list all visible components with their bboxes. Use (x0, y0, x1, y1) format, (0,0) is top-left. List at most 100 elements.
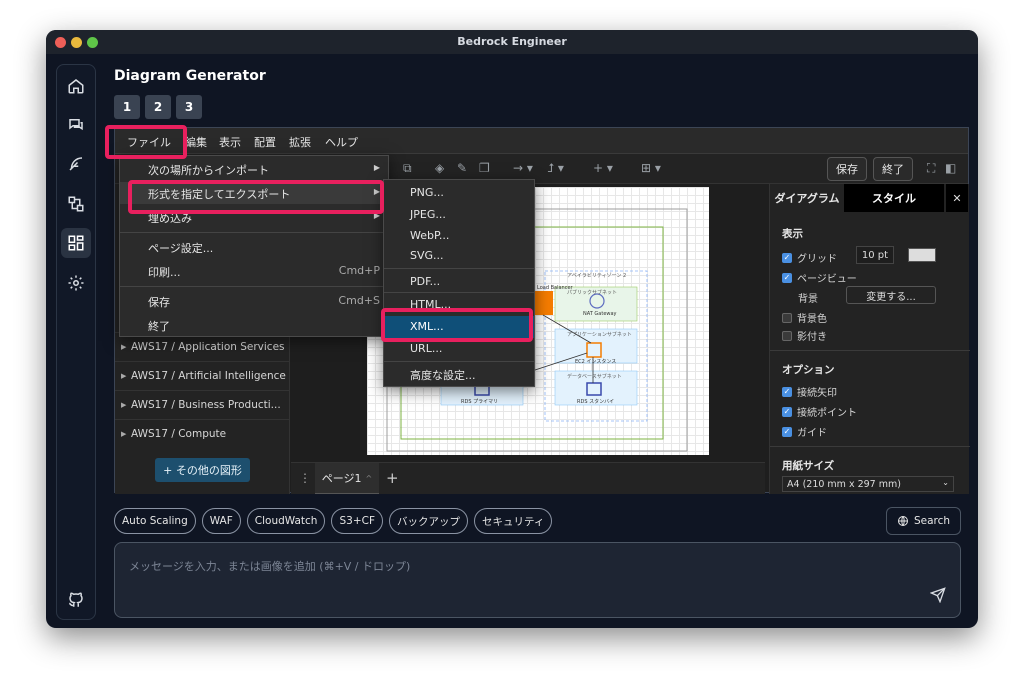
menu-item-exit[interactable]: 終了 (120, 314, 388, 336)
page-view-option[interactable]: ✓ ページビュー (782, 270, 857, 285)
export-submenu: PNG... JPEG... WebP... SVG... PDF... HTM… (383, 179, 535, 387)
shape-category[interactable]: ▶ AWS17 / Business Producti... (115, 390, 290, 419)
step-1-button[interactable]: 1 (114, 95, 140, 119)
fill-color-icon[interactable]: ◈ (435, 161, 444, 175)
shape-category[interactable]: ▶ AWS17 / Artificial Intelligence (115, 361, 290, 390)
export-pdf[interactable]: PDF... (384, 271, 534, 293)
format-panel: ダイアグラム スタイル ✕ 表示 ✓ グリッド 10 pt ✓ ページビュー 背景 … (769, 184, 970, 494)
export-jpeg[interactable]: JPEG... (384, 204, 534, 226)
sidebar-nav (56, 64, 96, 620)
menu-help[interactable]: ヘルプ (325, 134, 358, 150)
tab-diagram[interactable]: ダイアグラム (770, 184, 844, 212)
view-section-title: 表示 (782, 228, 803, 240)
chip-auto-scaling[interactable]: Auto Scaling (114, 508, 196, 534)
chip-waf[interactable]: WAF (201, 508, 241, 534)
connection-icon[interactable]: → ▾ (513, 161, 533, 175)
search-button[interactable]: Search (886, 507, 961, 535)
export-webp[interactable]: WebP... (384, 225, 534, 247)
page-tabs: ⋮ ページ1 ^ + (291, 462, 765, 494)
chat-icon[interactable] (61, 110, 91, 140)
message-input[interactable]: メッセージを入力、または画像を追加 (⌘+V / ドロップ) (114, 542, 961, 618)
connection-arrows-option[interactable]: ✓ 接続矢印 (782, 384, 837, 399)
window-title: Bedrock Engineer (457, 35, 567, 48)
step-2-button[interactable]: 2 (145, 95, 171, 119)
home-icon[interactable] (61, 71, 91, 101)
grid-color-swatch[interactable] (908, 248, 936, 262)
grid-option[interactable]: ✓ グリッド (782, 250, 837, 265)
options-section-title: オプション (782, 364, 835, 376)
shadow-icon[interactable]: ❐ (479, 161, 490, 175)
bg-color-option[interactable]: 背景色 (782, 310, 827, 325)
diagram-editor: ファイル 編集 表示 配置 拡張 ヘルプ ⧉ ◈ ✎ ❐ → ▾ ⮥ ▾ + ▾… (105, 125, 970, 494)
format-panel-toggle-icon[interactable]: ◧ (945, 161, 956, 175)
menu-item-save[interactable]: 保存 Cmd+S (120, 290, 388, 312)
duplicate-icon[interactable]: ⧉ (403, 161, 412, 176)
chip-security[interactable]: セキュリティ (473, 508, 553, 534)
ec2-label: EC2 インスタンス (575, 358, 616, 365)
table-icon[interactable]: ⊞ ▾ (641, 161, 661, 175)
rds-primary-label: RDS プライマリ (461, 399, 498, 405)
feather-icon[interactable] (61, 149, 91, 179)
send-icon[interactable] (930, 587, 946, 603)
page-menu-icon[interactable]: ⋮ (299, 471, 311, 485)
message-placeholder: メッセージを入力、または画像を追加 (⌘+V / ドロップ) (129, 560, 411, 573)
title-bar: Bedrock Engineer (46, 30, 978, 54)
save-button[interactable]: 保存 (827, 157, 867, 181)
step-3-button[interactable]: 3 (176, 95, 202, 119)
chip-backup[interactable]: バックアップ (388, 508, 468, 534)
nat-label: NAT Gateway (583, 311, 617, 317)
add-page-button[interactable]: + (386, 469, 399, 487)
globe-icon (897, 516, 908, 526)
export-advanced[interactable]: 高度な設定... (384, 363, 534, 385)
shape-category[interactable]: ▶ AWS17 / Compute (115, 419, 290, 448)
db-subnet-label: データベースサブネット (567, 373, 622, 380)
menu-view[interactable]: 表示 (219, 134, 241, 150)
connection-points-option[interactable]: ✓ 接続ポイント (782, 404, 857, 419)
rds-standby-label: RDS スタンバイ (577, 398, 614, 405)
page-title: Diagram Generator (114, 68, 266, 84)
close-panel-icon[interactable]: ✕ (946, 184, 968, 212)
export-png[interactable]: PNG... (384, 182, 534, 204)
highlight-file-menu (105, 125, 187, 159)
step-tabs: 1 2 3 (114, 95, 202, 119)
paper-size-select[interactable]: A4 (210 mm x 297 mm) ⌄ (782, 476, 954, 492)
fullscreen-icon[interactable]: ⛶ (927, 161, 935, 176)
quick-prompt-chips: Auto Scaling WAF CloudWatch S3+CF バックアップ… (114, 508, 553, 534)
chevron-down-icon: ⌄ (942, 478, 949, 487)
menu-edit[interactable]: 編集 (185, 134, 207, 150)
chip-s3-cf[interactable]: S3+CF (331, 508, 383, 534)
lb-label: Load Balancer (537, 285, 574, 291)
waypoints-icon[interactable]: ⮥ ▾ (547, 161, 564, 176)
editor-menubar: ファイル 編集 表示 配置 拡張 ヘルプ (115, 128, 968, 154)
workflow-icon[interactable] (61, 189, 91, 219)
tab-style[interactable]: スタイル (844, 184, 944, 212)
diagram-icon[interactable] (61, 228, 91, 258)
line-color-icon[interactable]: ✎ (457, 161, 467, 175)
page-tab[interactable]: ページ1 ^ (315, 463, 379, 494)
checkbox-checked-icon[interactable]: ✓ (782, 272, 792, 283)
export-svg[interactable]: SVG... (384, 245, 534, 267)
menu-item-page-setup[interactable]: ページ設定... (120, 236, 388, 258)
insert-icon[interactable]: + ▾ (593, 161, 613, 175)
app-subnet-label: アプリケーションサブネット (567, 331, 632, 338)
public-subnet-label: パブリックサブネット (567, 289, 617, 296)
change-background-button[interactable]: 変更する... (846, 286, 936, 304)
az2-label: アベイラビリティゾーン 2 (567, 272, 626, 279)
menu-arrange[interactable]: 配置 (254, 134, 276, 150)
app-window: Bedrock Engineer Diagram Generator 1 2 3 (46, 30, 978, 628)
checkbox-checked-icon[interactable]: ✓ (782, 252, 792, 263)
menu-item-import[interactable]: 次の場所からインポート ▶ (120, 158, 388, 180)
exit-button[interactable]: 終了 (873, 157, 913, 181)
guides-option[interactable]: ✓ ガイド (782, 424, 827, 439)
chip-cloudwatch[interactable]: CloudWatch (246, 508, 326, 534)
menu-extras[interactable]: 拡張 (289, 134, 311, 150)
github-icon[interactable] (61, 585, 91, 615)
grid-size-input[interactable]: 10 pt (856, 246, 894, 264)
shadow-option[interactable]: 影付き (782, 328, 827, 343)
menu-item-print[interactable]: 印刷... Cmd+P (120, 260, 388, 282)
more-shapes-button[interactable]: + その他の図形 (155, 458, 250, 482)
highlight-export-item (128, 180, 384, 214)
settings-icon[interactable] (61, 268, 91, 298)
paper-size-title: 用紙サイズ (782, 460, 835, 472)
highlight-xml-item (381, 308, 533, 342)
